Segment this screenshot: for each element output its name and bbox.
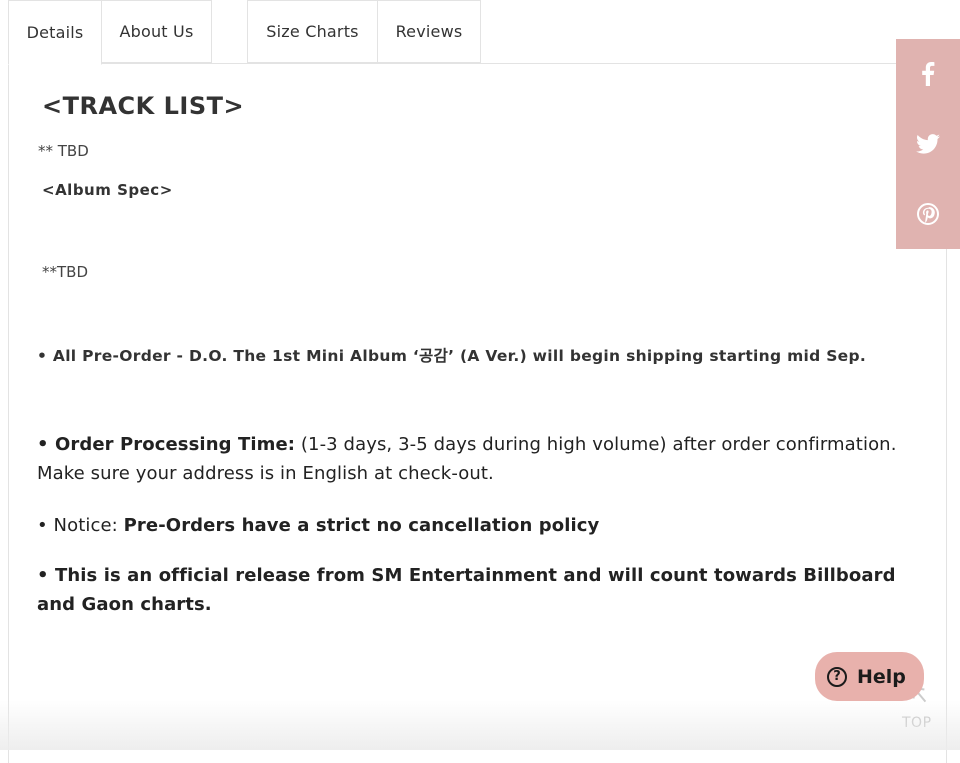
back-to-top-label: TOP <box>902 715 932 731</box>
pinterest-share-button[interactable] <box>896 179 960 249</box>
tab-empty <box>211 0 248 36</box>
album-spec-tbd: **TBD <box>42 263 89 281</box>
twitter-icon <box>916 134 940 154</box>
tab-content-panel: <TRACK LIST> ** TBD <Album Spec> **TBD •… <box>8 63 947 763</box>
tab-reviews-label: Reviews <box>395 22 463 41</box>
track-list-title: <TRACK LIST> <box>42 92 245 120</box>
processing-time-label: • Order Processing Time: <box>37 434 296 455</box>
tab-details[interactable]: Details <box>8 0 102 65</box>
album-spec-title: <Album Spec> <box>42 181 173 199</box>
facebook-share-button[interactable] <box>896 39 960 109</box>
tab-size-charts-label: Size Charts <box>266 22 359 41</box>
question-icon: ? <box>827 666 847 687</box>
track-list-tbd: ** TBD <box>38 142 89 160</box>
help-label: Help <box>857 665 906 688</box>
processing-time-paragraph: • Order Processing Time: (1-3 days, 3-5 … <box>37 430 897 488</box>
notice-paragraph: • Notice: Pre-Orders have a strict no ca… <box>37 511 599 540</box>
twitter-share-button[interactable] <box>896 109 960 179</box>
notice-label: • Notice: <box>37 515 124 536</box>
notice-text: Pre-Orders have a strict no cancellation… <box>123 515 600 536</box>
tab-size-charts[interactable]: Size Charts <box>247 0 378 63</box>
tab-details-label: Details <box>26 23 84 42</box>
pinterest-icon <box>917 203 939 225</box>
social-share-bar <box>896 39 960 249</box>
tab-about-us-label: About Us <box>119 22 194 41</box>
official-release-paragraph: • This is an official release from SM En… <box>37 565 896 615</box>
tab-about-us[interactable]: About Us <box>101 0 212 63</box>
tab-reviews[interactable]: Reviews <box>377 0 481 63</box>
preorder-notice: • All Pre-Order - D.O. The 1st Mini Albu… <box>37 347 867 365</box>
facebook-icon <box>922 62 935 86</box>
help-button[interactable]: ? Help <box>815 652 924 701</box>
product-tabs: Details About Us Size Charts Reviews <box>8 0 947 65</box>
